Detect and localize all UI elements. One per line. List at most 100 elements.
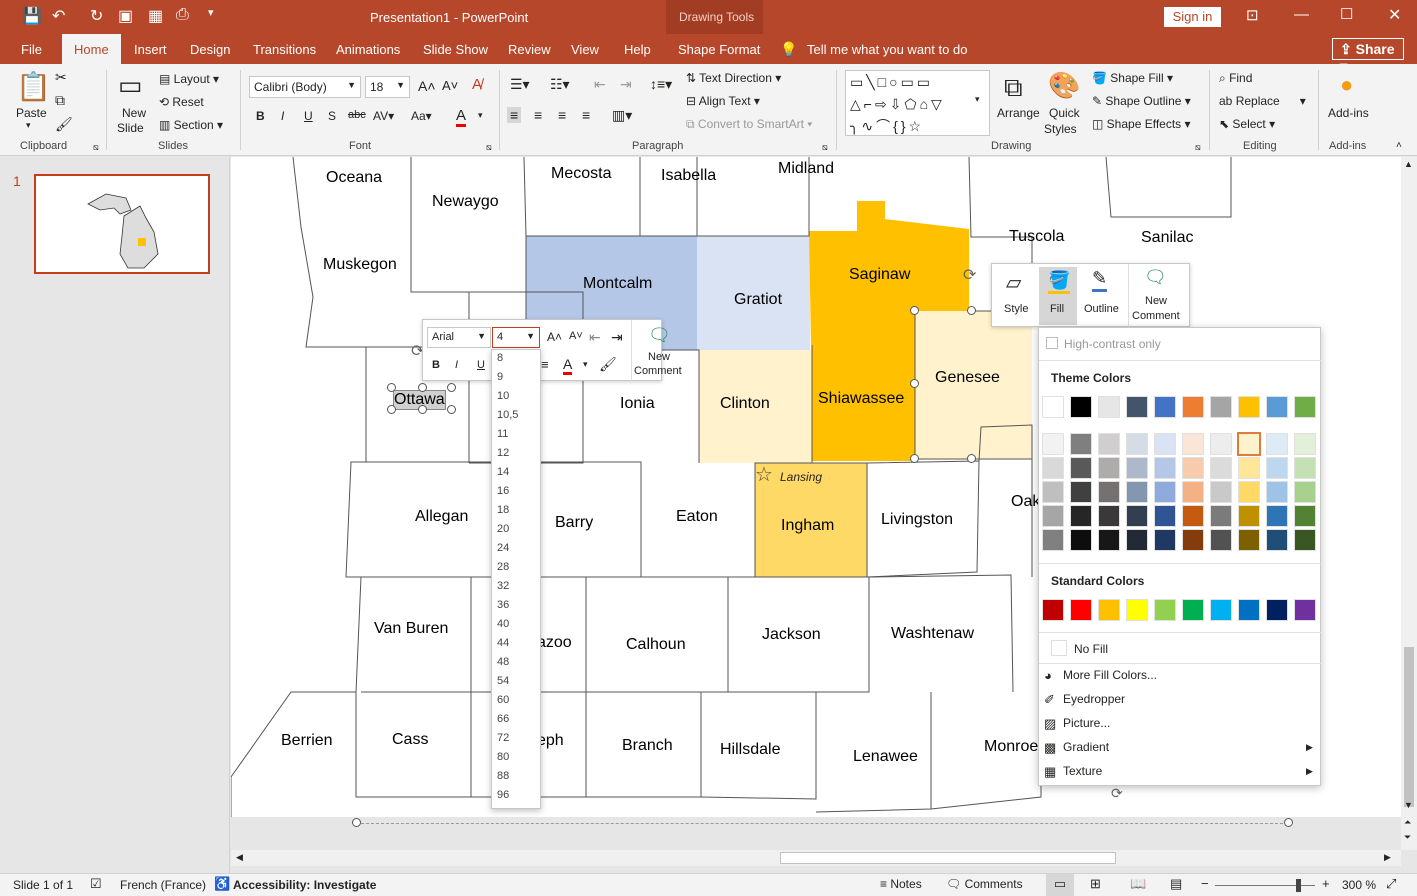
- change-case-icon[interactable]: Aa▾: [411, 109, 432, 123]
- theme-shade-swatch[interactable]: [1070, 481, 1092, 503]
- add-ins-icon[interactable]: ●: [1340, 72, 1353, 98]
- zoom-out-icon[interactable]: −: [1201, 876, 1209, 891]
- county-label[interactable]: Oceana: [326, 169, 382, 187]
- selection-handle[interactable]: [447, 383, 456, 392]
- theme-shade-swatch[interactable]: [1154, 481, 1176, 503]
- collapse-ribbon-icon[interactable]: ˄: [1396, 140, 1402, 151]
- section-button[interactable]: ▥ Section ▾: [159, 118, 223, 132]
- county-label[interactable]: Genesee: [935, 369, 1000, 387]
- theme-shade-swatch[interactable]: [1126, 529, 1148, 551]
- selection-handle[interactable]: [447, 405, 456, 414]
- selection-handle[interactable]: [387, 383, 396, 392]
- theme-shade-swatch[interactable]: [1210, 505, 1232, 527]
- theme-shade-swatch[interactable]: [1154, 433, 1176, 455]
- font-size-option[interactable]: 14: [492, 464, 540, 483]
- theme-shade-swatch[interactable]: [1154, 505, 1176, 527]
- theme-shade-swatch[interactable]: [1126, 457, 1148, 479]
- style-button[interactable]: Style: [1004, 303, 1028, 315]
- accessibility-status[interactable]: Accessibility: Investigate: [233, 878, 376, 892]
- customize-qat-icon[interactable]: ▾: [208, 6, 214, 19]
- reading-view-icon[interactable]: 📖: [1130, 876, 1146, 892]
- texture-option[interactable]: Texture: [1063, 764, 1102, 778]
- notes-button[interactable]: ≡ Notes: [880, 877, 922, 891]
- tab-home[interactable]: Home: [62, 34, 121, 64]
- outline-button[interactable]: Outline: [1084, 303, 1119, 315]
- bullets-icon[interactable]: ☰▾: [510, 76, 530, 93]
- next-slide-icon[interactable]: ⏷: [1404, 832, 1411, 843]
- add-ins-button[interactable]: Add-ins: [1328, 106, 1369, 120]
- tab-slide-show[interactable]: Slide Show: [423, 42, 488, 57]
- theme-shade-swatch[interactable]: [1126, 433, 1148, 455]
- county-label[interactable]: Van Buren: [374, 620, 448, 638]
- county-label[interactable]: Livingston: [881, 511, 953, 529]
- zoom-level[interactable]: 300 %: [1342, 878, 1376, 892]
- find-button[interactable]: ⌕ Find: [1219, 71, 1252, 86]
- scroll-down-icon[interactable]: ▼: [1404, 800, 1413, 810]
- clear-formatting-icon[interactable]: A̸: [472, 76, 482, 93]
- theme-shade-swatch[interactable]: [1238, 481, 1260, 503]
- new-comment-label-1[interactable]: New: [648, 351, 670, 363]
- tab-transitions[interactable]: Transitions: [253, 42, 316, 57]
- font-size-option[interactable]: 18: [492, 502, 540, 521]
- no-fill-option[interactable]: No Fill: [1074, 642, 1108, 656]
- shrink-font-icon[interactable]: A˅: [442, 78, 458, 93]
- county-label[interactable]: Hillsdale: [720, 741, 780, 759]
- font-size-option[interactable]: 88: [492, 768, 540, 787]
- standard-color-swatch[interactable]: [1266, 599, 1288, 621]
- standard-color-swatch[interactable]: [1070, 599, 1092, 621]
- theme-shade-swatch[interactable]: [1070, 529, 1092, 551]
- cut-icon[interactable]: ✂: [55, 69, 67, 86]
- county-label[interactable]: Monroe: [984, 738, 1038, 756]
- align-icon[interactable]: ≡: [541, 357, 549, 372]
- high-contrast-checkbox[interactable]: [1046, 337, 1058, 349]
- fit-to-window-icon[interactable]: ⤢: [1386, 876, 1396, 892]
- county-label[interactable]: Barry: [555, 514, 593, 532]
- maximize-icon[interactable]: ☐: [1340, 5, 1353, 23]
- scroll-left-icon[interactable]: ◀: [236, 852, 243, 863]
- slide-thumbnail[interactable]: [34, 174, 210, 274]
- paragraph-launcher-icon[interactable]: ⧅: [822, 142, 828, 153]
- comments-button[interactable]: 🗨 Comments: [946, 877, 1023, 891]
- theme-shade-swatch[interactable]: [1266, 457, 1288, 479]
- font-size-option[interactable]: 10,5: [492, 407, 540, 426]
- decrease-indent-icon[interactable]: ⇤: [589, 329, 601, 346]
- align-text-button[interactable]: ⊟ Align Text ▾: [686, 94, 760, 108]
- county-label[interactable]: Jackson: [762, 626, 821, 644]
- theme-shade-swatch[interactable]: [1294, 433, 1316, 455]
- theme-shade-swatch[interactable]: [1238, 529, 1260, 551]
- arrange-button[interactable]: Arrange: [997, 106, 1040, 120]
- county-label[interactable]: Shiawassee: [818, 390, 904, 408]
- scroll-up-icon[interactable]: ▲: [1404, 159, 1413, 169]
- theme-color-swatch[interactable]: [1182, 396, 1204, 418]
- selection-handle[interactable]: [910, 454, 919, 463]
- format-painter-icon[interactable]: 🖌: [599, 356, 617, 373]
- theme-shade-swatch[interactable]: [1266, 481, 1288, 503]
- shapes-gallery[interactable]: ▭╲□○▭▭ △⌐⇨⇩⬠⌂▽ ╮∿⌒{}☆: [845, 70, 990, 136]
- theme-color-swatch[interactable]: [1294, 396, 1316, 418]
- standard-color-swatch[interactable]: [1182, 599, 1204, 621]
- theme-shade-swatch[interactable]: [1210, 529, 1232, 551]
- county-label[interactable]: Saginaw: [849, 266, 910, 284]
- accessibility-icon[interactable]: ♿: [214, 876, 230, 892]
- share-button[interactable]: ⇪ Share ▾: [1332, 38, 1404, 74]
- selection-handle[interactable]: [967, 306, 976, 315]
- ribbon-display-icon[interactable]: ⊡: [1246, 6, 1259, 24]
- theme-shade-swatch[interactable]: [1070, 457, 1092, 479]
- spelling-icon[interactable]: ☑: [90, 876, 102, 892]
- standard-color-swatch[interactable]: [1294, 599, 1316, 621]
- theme-shade-swatch[interactable]: [1182, 505, 1204, 527]
- theme-shade-swatch[interactable]: [1210, 457, 1232, 479]
- theme-shade-swatch[interactable]: [1126, 481, 1148, 503]
- font-size-option[interactable]: 80: [492, 749, 540, 768]
- rotate-handle-icon[interactable]: ⟳: [963, 265, 976, 285]
- new-slide-label-1[interactable]: New: [122, 106, 146, 120]
- selection-handle[interactable]: [418, 405, 427, 414]
- theme-shade-swatch[interactable]: [1154, 529, 1176, 551]
- mini-font-combo[interactable]: Arial ▼: [427, 327, 491, 348]
- theme-shade-swatch[interactable]: [1042, 529, 1064, 551]
- font-size-option[interactable]: 66: [492, 711, 540, 730]
- selection-handle[interactable]: [352, 818, 361, 827]
- theme-shade-swatch[interactable]: [1098, 433, 1120, 455]
- theme-shade-swatch[interactable]: [1070, 505, 1092, 527]
- theme-shade-swatch[interactable]: [1210, 481, 1232, 503]
